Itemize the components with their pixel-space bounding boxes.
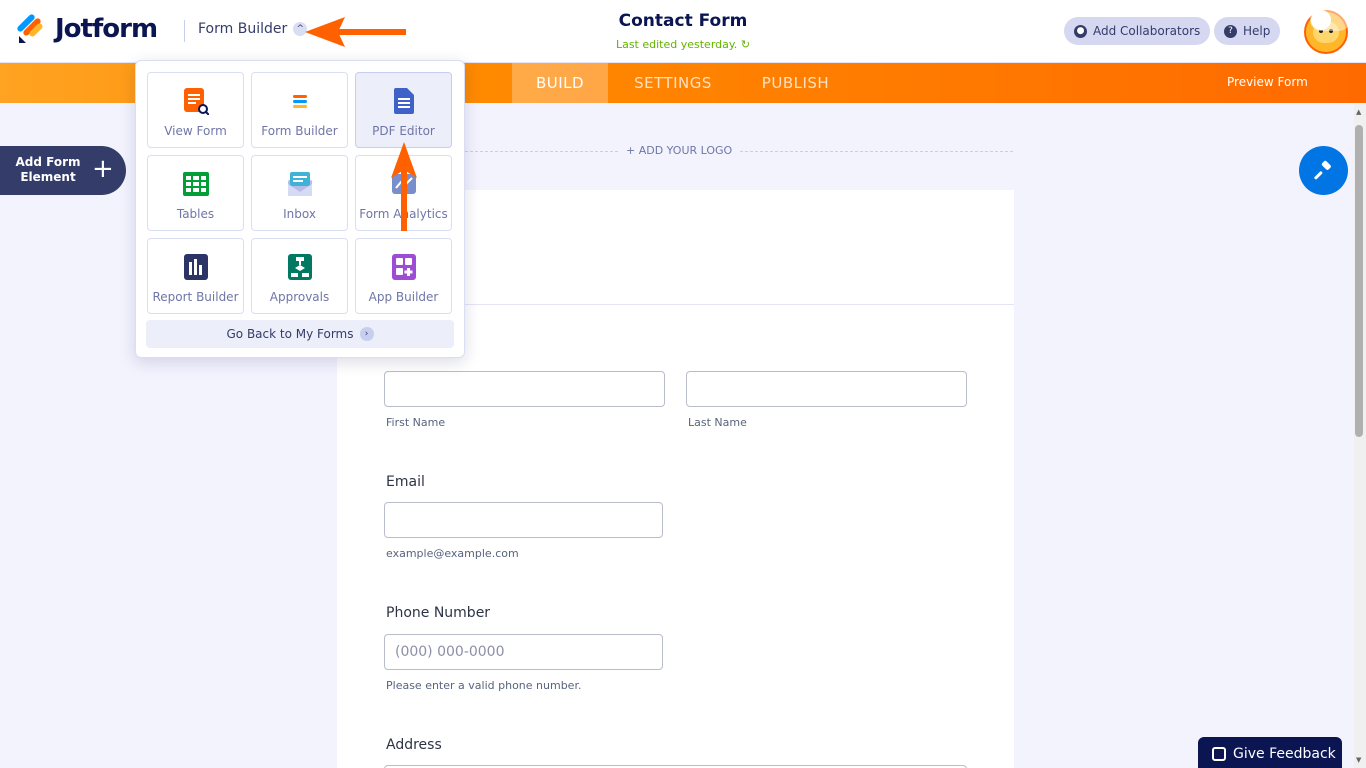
analytics-icon (392, 174, 416, 194)
app-switcher-button[interactable]: Form Builder ^ (198, 21, 308, 37)
paint-roller-icon (1313, 160, 1331, 179)
tile-app-builder[interactable]: App Builder (355, 238, 452, 314)
feedback-icon (1212, 747, 1226, 761)
give-feedback-button[interactable]: Give Feedback (1198, 737, 1342, 768)
form-builder-icon (293, 95, 307, 108)
tile-label: Inbox (283, 207, 316, 221)
add-collaborators-label: Add Collaborators (1093, 24, 1201, 38)
approvals-icon (288, 254, 312, 280)
tab-build[interactable]: BUILD (512, 63, 608, 103)
phone-label: Phone Number (386, 605, 491, 621)
jotform-logo[interactable]: Jotform (17, 14, 158, 44)
tile-tables[interactable]: Tables (147, 155, 244, 231)
tile-label: PDF Editor (372, 124, 435, 138)
top-header: Jotform Form Builder ^ Contact Form Last… (0, 0, 1366, 63)
last-name-sublabel: Last Name (688, 416, 747, 429)
email-label: Email (386, 474, 425, 490)
form-designer-button[interactable] (1299, 146, 1348, 195)
tile-pdf-editor[interactable]: PDF Editor (355, 72, 452, 148)
add-form-element-button[interactable]: Add Form Element + (0, 146, 126, 195)
tile-label: Tables (176, 207, 215, 221)
email-field[interactable] (384, 502, 663, 538)
phone-placeholder: (000) 000-0000 (395, 644, 505, 660)
report-builder-icon (184, 254, 208, 280)
pdf-editor-icon (394, 88, 414, 114)
help-label: Help (1243, 24, 1271, 38)
chevron-up-icon: ^ (293, 22, 308, 36)
refresh-icon[interactable]: ↻ (741, 38, 750, 51)
give-feedback-label: Give Feedback (1233, 746, 1336, 762)
tile-form-analytics[interactable]: Form Analytics (355, 155, 452, 231)
email-sublabel: example@example.com (386, 547, 519, 560)
tile-approvals[interactable]: Approvals (251, 238, 348, 314)
address-label: Address (386, 737, 442, 753)
scroll-up-arrow[interactable]: ▲ (1356, 108, 1361, 116)
go-back-label: Go Back to My Forms (226, 327, 354, 341)
form-title[interactable]: Contact Form (583, 11, 783, 31)
view-form-icon (184, 88, 209, 115)
add-form-element-label: Add Form Element (15, 155, 81, 184)
user-icon: ● (1074, 24, 1087, 38)
tile-label: Report Builder (152, 290, 239, 304)
tile-report-builder[interactable]: Report Builder (147, 238, 244, 314)
tables-icon (183, 172, 209, 196)
jotform-logo-icon (17, 14, 45, 44)
inbox-icon (288, 172, 312, 196)
question-icon: ? (1224, 24, 1237, 38)
tab-settings[interactable]: SETTINGS (620, 63, 726, 103)
last-edited-text: Last edited yesterday. (615, 38, 738, 51)
preview-form-label: Preview Form (1227, 75, 1308, 89)
add-collaborators-button[interactable]: ● Add Collaborators (1064, 17, 1211, 45)
tile-inbox[interactable]: Inbox (251, 155, 348, 231)
tile-label: Form Builder (261, 124, 338, 138)
logo-placeholder-line (465, 151, 1013, 152)
app-builder-icon (392, 254, 416, 280)
brand-name: Jotform (55, 14, 158, 44)
plus-icon: + (92, 154, 114, 184)
add-logo-button[interactable]: + ADD YOUR LOGO (620, 144, 739, 157)
app-switcher-dropdown: View Form Form Builder PDF Editor Tables (135, 60, 465, 358)
tile-label: App Builder (368, 290, 439, 304)
tile-label: Form Analytics (359, 207, 448, 221)
chevron-right-icon: › (359, 327, 374, 341)
header-divider (184, 20, 185, 42)
phone-input[interactable]: (000) 000-0000 (384, 634, 663, 670)
scrollbar-thumb[interactable] (1355, 125, 1363, 437)
go-back-to-my-forms-button[interactable]: Go Back to My Forms › (146, 320, 454, 348)
tile-view-form[interactable]: View Form (147, 72, 244, 148)
toggle-knob (1311, 10, 1331, 30)
scroll-down-arrow[interactable]: ▼ (1356, 756, 1361, 764)
tile-label: View Form (164, 124, 227, 138)
tile-label: Approvals (269, 290, 330, 304)
first-name-input[interactable] (384, 371, 665, 407)
last-edited-status: Last edited yesterday. ↻ (583, 38, 783, 51)
help-button[interactable]: ? Help (1214, 17, 1281, 45)
tab-publish[interactable]: PUBLISH (748, 63, 843, 103)
app-switcher-label: Form Builder (198, 21, 288, 37)
last-name-input[interactable] (686, 371, 967, 407)
phone-sublabel: Please enter a valid phone number. (386, 679, 582, 692)
first-name-sublabel: First Name (386, 416, 446, 429)
tile-form-builder[interactable]: Form Builder (251, 72, 348, 148)
